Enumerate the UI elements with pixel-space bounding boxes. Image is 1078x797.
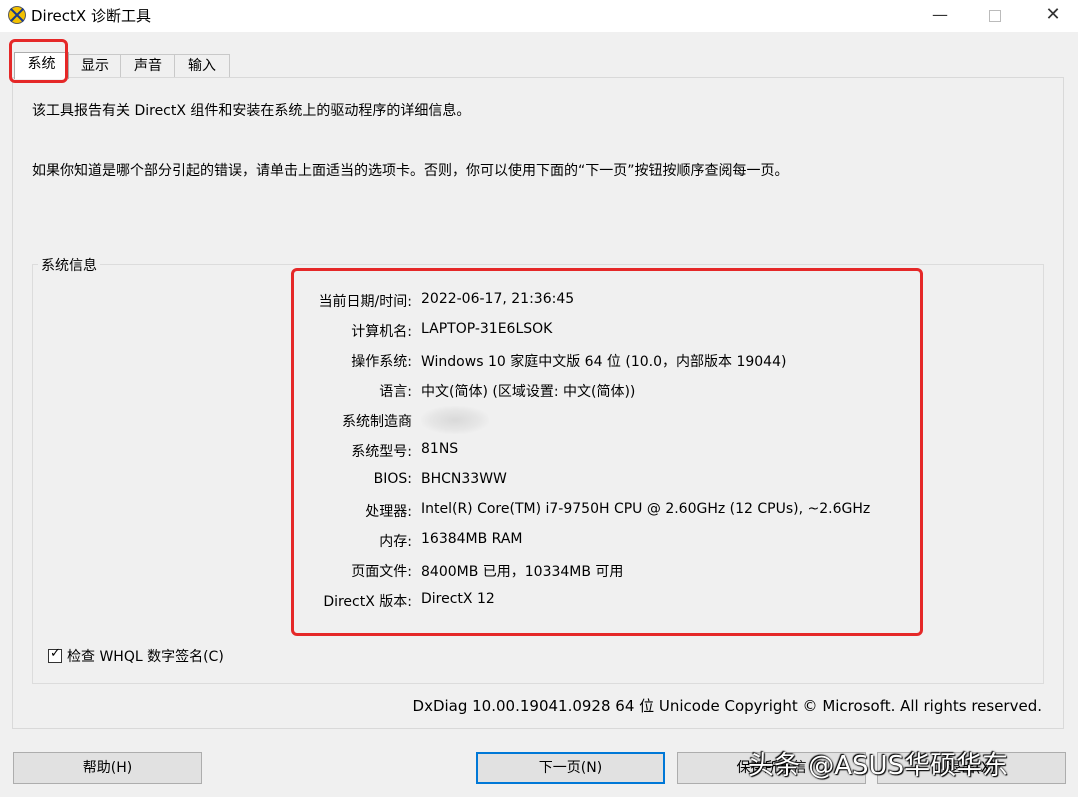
label-manufacturer: 系统制造商: [342, 414, 412, 430]
value-directx-version: DirectX 12: [421, 591, 495, 607]
next-page-button[interactable]: 下一页(N): [476, 752, 665, 784]
value-computer-name: LAPTOP-31E6LSOK: [421, 321, 553, 337]
value-model: 81NS: [421, 441, 459, 457]
value-os: Windows 10 家庭中文版 64 位 (10.0，内部版本 19044): [421, 354, 787, 370]
intro-text-1: 该工具报告有关 DirectX 组件和安装在系统上的驱动程序的详细信息。: [32, 103, 471, 119]
maximize-button[interactable]: [972, 0, 1018, 30]
minimize-button[interactable]: —: [917, 0, 963, 30]
value-language: 中文(简体) (区域设置: 中文(简体)): [421, 384, 636, 400]
tab-display[interactable]: 显示: [68, 54, 122, 77]
value-bios: BHCN33WW: [421, 471, 507, 487]
close-button[interactable]: ✕: [1030, 0, 1076, 30]
label-directx-version: DirectX 版本:: [323, 594, 412, 610]
whql-checkbox-label: 检查 WHQL 数字签名(C): [67, 649, 224, 665]
value-processor: Intel(R) Core(TM) i7-9750H CPU @ 2.60GHz…: [421, 501, 871, 517]
value-memory: 16384MB RAM: [421, 531, 523, 547]
label-model: 系统型号:: [351, 444, 412, 460]
whql-checkbox-row[interactable]: 检查 WHQL 数字签名(C): [48, 646, 224, 666]
tab-input[interactable]: 输入: [174, 54, 230, 77]
whql-checkbox[interactable]: [48, 646, 62, 663]
tab-highlight-box: [9, 39, 68, 83]
watermark: 头条 @ASUS华硕华东: [748, 751, 1009, 781]
intro-text-2: 如果你知道是哪个部分引起的错误，请单击上面适当的选项卡。否则，你可以使用下面的“…: [32, 163, 789, 179]
tab-sound[interactable]: 声音: [120, 54, 176, 77]
system-info-title: 系统信息: [38, 255, 100, 275]
blurred-manufacturer: [421, 406, 489, 434]
directx-icon: [8, 6, 26, 24]
label-bios: BIOS:: [373, 471, 412, 487]
label-language: 语言:: [379, 384, 412, 400]
label-page-file: 页面文件:: [351, 564, 412, 580]
label-computer-name: 计算机名:: [351, 324, 412, 340]
window-title: DirectX 诊断工具: [31, 7, 151, 25]
label-processor: 处理器:: [365, 504, 412, 520]
version-copyright: DxDiag 10.00.19041.0928 64 位 Unicode Cop…: [412, 697, 1042, 715]
label-memory: 内存:: [379, 534, 412, 550]
maximize-icon: [989, 9, 1001, 22]
label-datetime: 当前日期/时间:: [318, 294, 412, 310]
value-datetime: 2022-06-17, 21:36:45: [421, 291, 575, 307]
help-button[interactable]: 帮助(H): [13, 752, 202, 784]
label-os: 操作系统:: [351, 354, 412, 370]
title-bar: DirectX 诊断工具 — ✕: [0, 0, 1078, 32]
value-page-file: 8400MB 已用，10334MB 可用: [421, 564, 624, 580]
